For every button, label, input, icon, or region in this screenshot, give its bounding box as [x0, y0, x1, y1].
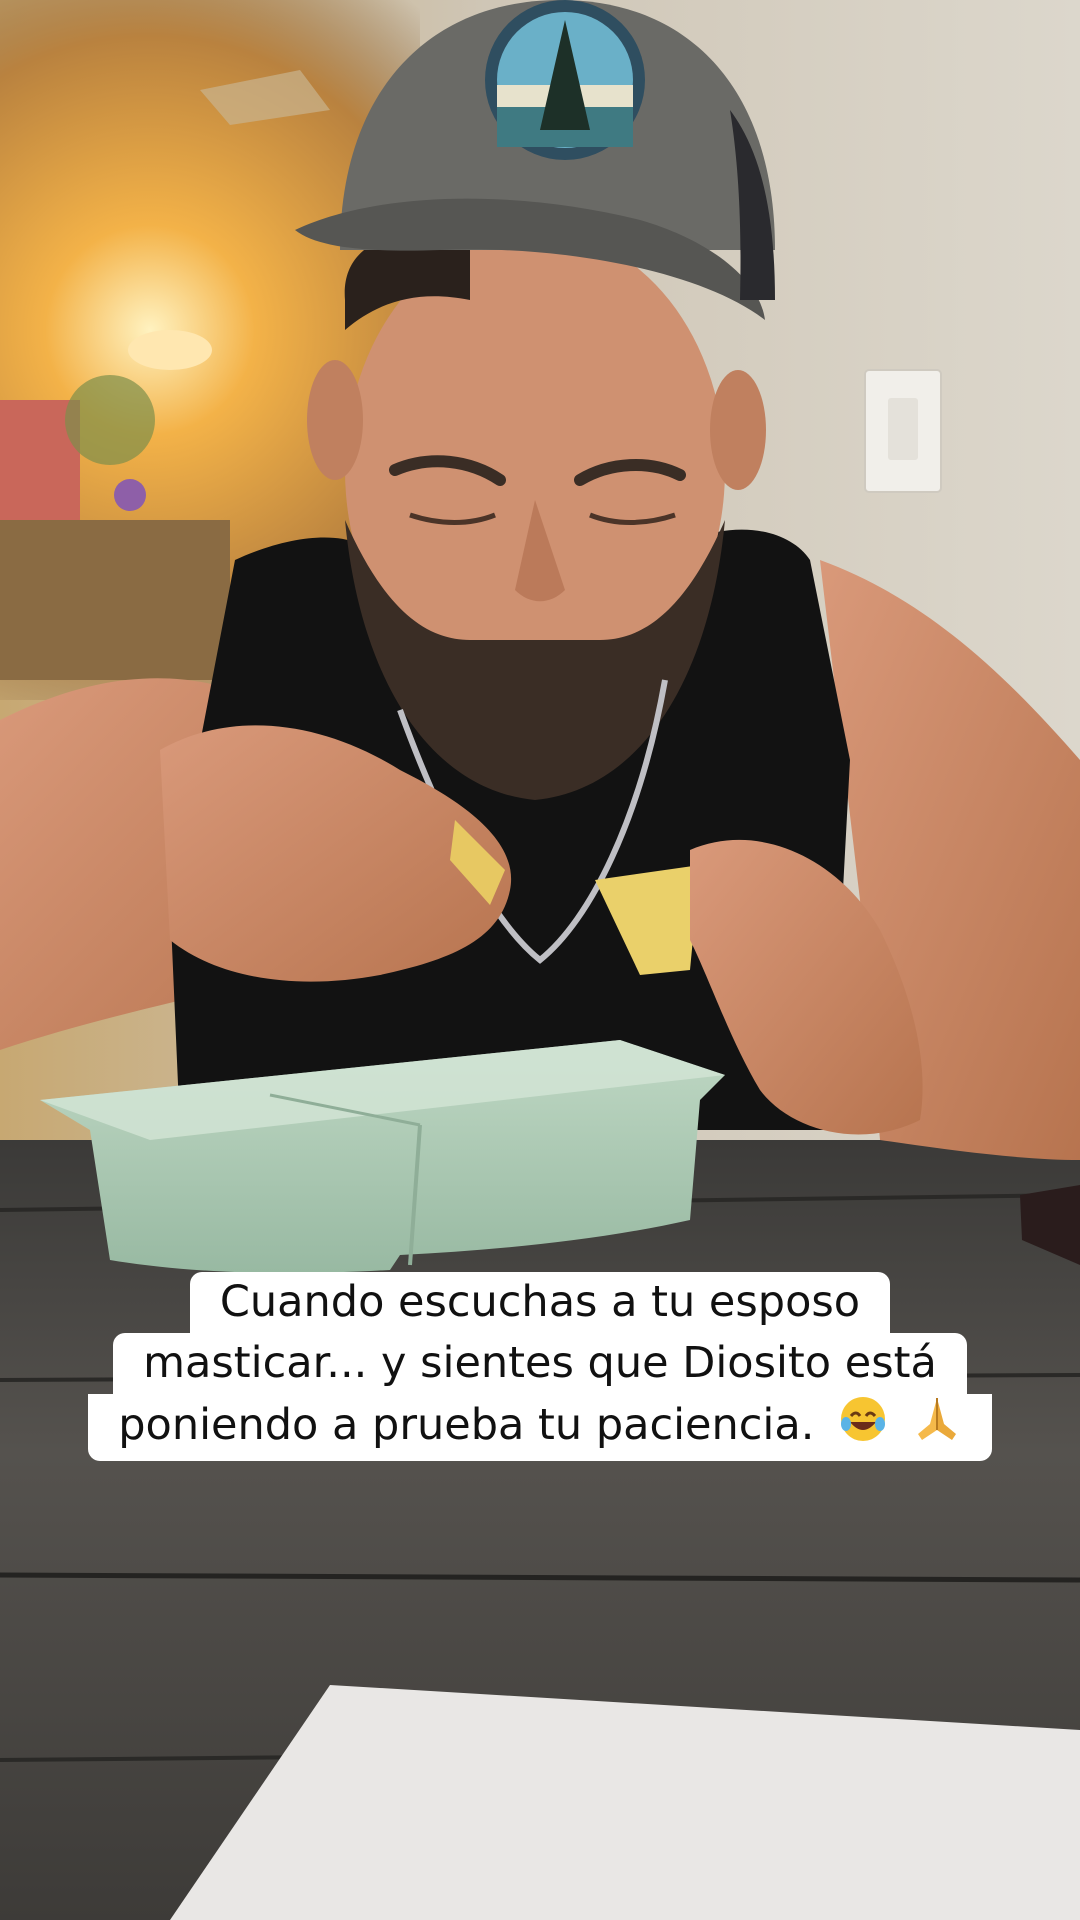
cabinet	[0, 520, 230, 680]
scene-photo	[0, 0, 1080, 1920]
caption-line-2: masticar... y sientes que Diosito está	[113, 1333, 967, 1394]
caption-line-1: Cuando escuchas a tu esposo	[189, 1272, 891, 1333]
plant	[65, 375, 155, 465]
caption-line-3: poniendo a prueba tu paciencia.	[88, 1394, 992, 1461]
laughing-tears-icon	[838, 1394, 888, 1461]
lamp	[128, 330, 212, 370]
left-ear	[307, 360, 363, 480]
right-ear	[710, 370, 766, 490]
flower	[114, 479, 146, 511]
caption-overlay: Cuando escuchas a tu esposo masticar... …	[0, 1272, 1080, 1461]
video-frame: Cuando escuchas a tu esposo masticar... …	[0, 0, 1080, 1920]
praying-hands-icon	[912, 1394, 962, 1461]
caption-line-3-text: poniendo a prueba tu paciencia.	[118, 1400, 815, 1450]
light-switch-toggle	[888, 398, 918, 460]
